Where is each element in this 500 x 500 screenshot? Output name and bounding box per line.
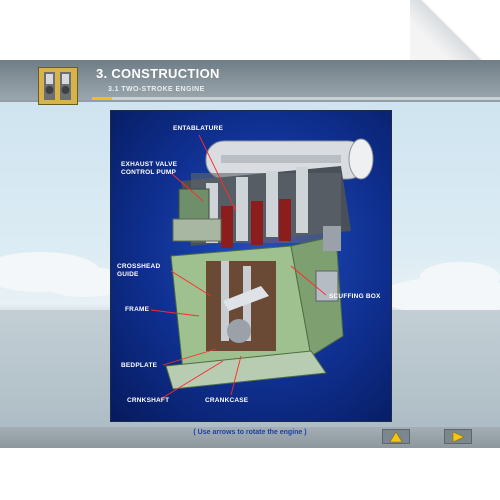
next-button[interactable] bbox=[444, 429, 472, 444]
label-crankcase: CRANKCASE bbox=[205, 397, 249, 404]
page-footer-space bbox=[0, 448, 500, 500]
progress-bar bbox=[92, 97, 500, 100]
label-crankshaft: CRNKSHAFT bbox=[127, 397, 170, 404]
label-crosshead-guide: CROSSHEAD GUIDE bbox=[117, 263, 161, 278]
label-exhaust-valve-control-pump: EXHAUST VALVE CONTROL PUMP bbox=[121, 161, 178, 176]
label-frame: FRAME bbox=[125, 306, 150, 313]
cloud bbox=[420, 262, 500, 292]
progress-bar-fill bbox=[92, 97, 113, 100]
engine-parts-icon bbox=[38, 67, 78, 105]
page-subtitle: 3.1 TWO-STROKE ENGINE bbox=[108, 86, 205, 93]
label-bedplate: BEDPLATE bbox=[121, 362, 158, 369]
page-title: 3. CONSTRUCTION bbox=[96, 66, 220, 81]
triangle-up-icon bbox=[389, 431, 403, 443]
engine-image-panel: ENTABLATURE EXHAUST VALVE CONTROL PUMP C… bbox=[110, 110, 392, 422]
label-entablature: ENTABLATURE bbox=[173, 125, 223, 132]
previous-button[interactable] bbox=[382, 429, 410, 444]
triangle-right-icon bbox=[452, 431, 465, 443]
rotate-instruction: ( Use arrows to rotate the engine ) bbox=[193, 429, 307, 436]
label-scuffing-box: SCUFFING BOX bbox=[329, 293, 381, 300]
